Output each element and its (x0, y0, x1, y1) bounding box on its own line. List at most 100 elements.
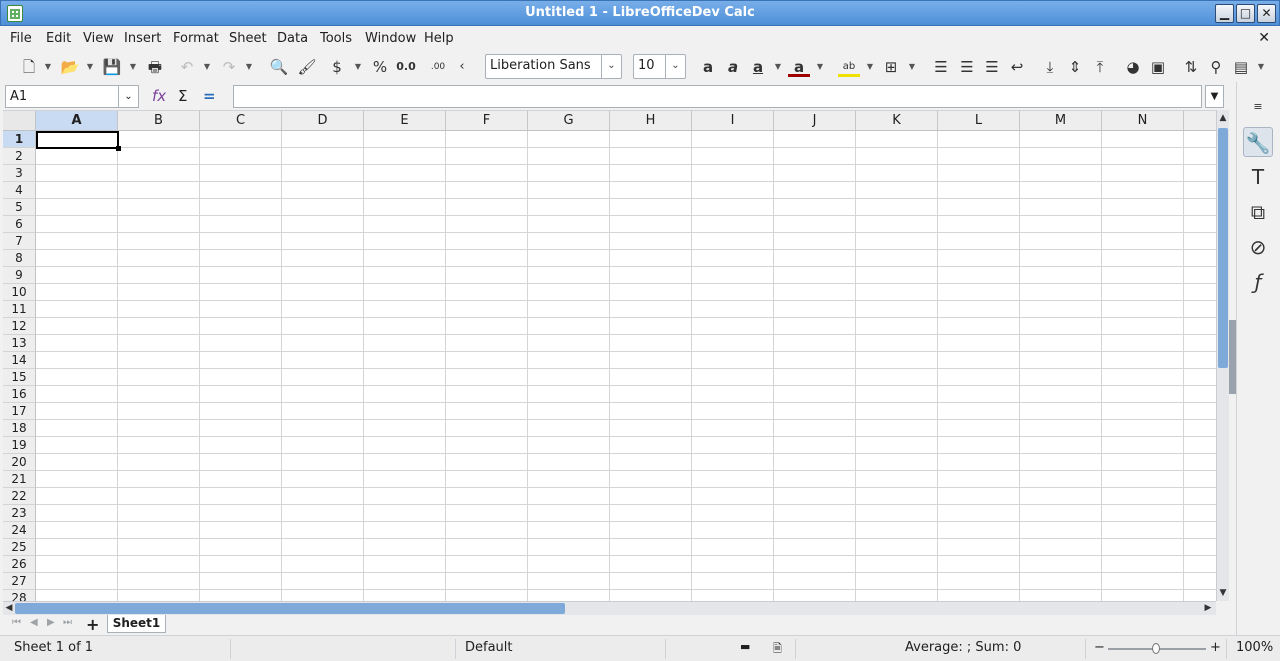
underline-icon[interactable]: a (747, 57, 769, 77)
selected-cell-cursor[interactable] (36, 131, 121, 151)
underline-dropdown-icon[interactable]: ▼ (773, 57, 783, 77)
row-header[interactable]: 10 (3, 284, 36, 301)
column-header[interactable]: A (36, 111, 118, 131)
row-header[interactable]: 3 (3, 165, 36, 182)
autofilter-icon[interactable]: ⚲ (1205, 57, 1227, 77)
column-header[interactable]: E (364, 111, 446, 131)
row-header[interactable]: 27 (3, 573, 36, 590)
expand-formula-icon[interactable]: ▼ (1205, 85, 1224, 108)
align-left-icon[interactable]: ☰ (930, 57, 952, 77)
select-all-corner[interactable] (3, 111, 36, 131)
sort-icon[interactable]: ⇅ (1180, 57, 1202, 77)
styles-icon[interactable]: T (1243, 162, 1273, 192)
row-header[interactable]: 8 (3, 250, 36, 267)
column-header[interactable]: M (1020, 111, 1102, 131)
add-decimal-icon[interactable]: .00 (426, 57, 450, 77)
zoom-level[interactable]: 100% (1236, 640, 1273, 655)
align-center-icon[interactable]: ☰ (956, 57, 978, 77)
row-header[interactable]: 6 (3, 216, 36, 233)
borders-dropdown-icon[interactable]: ▼ (907, 57, 917, 77)
menu-data[interactable]: Data (277, 31, 308, 46)
column-header[interactable]: J (774, 111, 856, 131)
horizontal-scrollbar[interactable]: ◀ ▶ (3, 601, 1216, 615)
align-top-icon[interactable]: ⤒ (1089, 57, 1111, 77)
print-icon[interactable]: 🖶 (144, 57, 166, 77)
column-header[interactable]: C (200, 111, 282, 131)
menu-format[interactable]: Format (173, 31, 219, 46)
row-header[interactable]: 4 (3, 182, 36, 199)
row-header[interactable]: 1 (3, 131, 36, 148)
row-header[interactable]: 7 (3, 233, 36, 250)
menu-file[interactable]: File (10, 31, 32, 46)
scroll-right-icon[interactable]: ▶ (1202, 602, 1214, 615)
align-bottom-icon[interactable]: ⤓ (1039, 57, 1061, 77)
menu-view[interactable]: View (83, 31, 114, 46)
menu-window[interactable]: Window (365, 31, 416, 46)
column-header[interactable]: D (282, 111, 364, 131)
close-button[interactable]: ✕ (1257, 4, 1276, 23)
new-icon[interactable]: 🗋 (18, 57, 40, 77)
selection-summary[interactable]: Average: ; Sum: 0 (905, 640, 1021, 655)
save-dropdown-icon[interactable]: ▼ (128, 57, 138, 77)
font-color-dropdown-icon[interactable]: ▼ (815, 57, 825, 77)
font-name-box[interactable]: Liberation Sans ⌄ (485, 54, 622, 79)
row-header[interactable]: 11 (3, 301, 36, 318)
align-middle-icon[interactable]: ⇕ (1064, 57, 1086, 77)
minimize-button[interactable]: ▁ (1215, 4, 1234, 23)
zoom-slider-knob[interactable] (1152, 643, 1160, 654)
sidebar-collapse-handle[interactable] (1229, 320, 1236, 394)
gallery-icon[interactable]: ⧉ (1243, 197, 1273, 227)
font-color-icon[interactable]: a (788, 57, 810, 77)
currency-icon[interactable]: $ (326, 57, 348, 77)
row-header[interactable]: 14 (3, 352, 36, 369)
chart-icon[interactable]: ◕ (1122, 57, 1144, 77)
row-header[interactable]: 12 (3, 318, 36, 335)
highlight-dropdown-icon[interactable]: ▼ (865, 57, 875, 77)
chevron-down-icon[interactable]: ⌄ (601, 55, 621, 78)
spreadsheet-grid[interactable]: A B C D E F G H I J K L M N 1 2 3 4 5 6 … (3, 110, 1216, 601)
sheet-tab[interactable]: Sheet1 (107, 615, 166, 633)
scroll-left-icon[interactable]: ◀ (3, 602, 15, 615)
row-header[interactable]: 9 (3, 267, 36, 284)
next-sheet-icon[interactable]: ▶ (47, 617, 55, 628)
row-header[interactable]: 19 (3, 437, 36, 454)
sidebar-menu-icon[interactable]: ≡ (1243, 92, 1273, 122)
title-bar[interactable]: Untitled 1 - LibreOfficeDev Calc ▁ □ ✕ (0, 0, 1280, 26)
menu-edit[interactable]: Edit (46, 31, 71, 46)
vertical-scroll-thumb[interactable] (1218, 128, 1228, 368)
navigator-icon[interactable]: ⊘ (1243, 232, 1273, 262)
percent-icon[interactable]: % (369, 57, 391, 77)
row-header[interactable]: 26 (3, 556, 36, 573)
undo-icon[interactable]: ↶ (176, 57, 198, 77)
open-dropdown-icon[interactable]: ▼ (85, 57, 95, 77)
sum-icon[interactable]: Σ (178, 87, 187, 105)
open-icon[interactable]: 📂 (59, 57, 81, 77)
chevron-down-icon[interactable]: ⌄ (118, 86, 138, 107)
last-sheet-icon[interactable]: ⏭ (63, 617, 72, 628)
more-dropdown-icon[interactable]: ▼ (1256, 57, 1266, 77)
italic-icon[interactable]: a (722, 57, 744, 77)
maximize-button[interactable]: □ (1236, 4, 1255, 23)
font-size-box[interactable]: 10 ⌄ (633, 54, 686, 79)
menu-tools[interactable]: Tools (320, 31, 352, 46)
column-header[interactable] (1184, 111, 1216, 131)
row-header[interactable]: 24 (3, 522, 36, 539)
cell-grid[interactable] (36, 131, 1216, 601)
highlight-icon[interactable]: ab (838, 57, 860, 77)
pivot-icon[interactable]: ▣ (1147, 57, 1169, 77)
first-sheet-icon[interactable]: ⏮ (12, 617, 21, 628)
column-header[interactable]: K (856, 111, 938, 131)
row-header[interactable]: 22 (3, 488, 36, 505)
formula-icon[interactable]: = (203, 87, 216, 105)
row-header[interactable]: 23 (3, 505, 36, 522)
row-header[interactable]: 15 (3, 369, 36, 386)
row-header[interactable]: 20 (3, 454, 36, 471)
row-header[interactable]: 16 (3, 386, 36, 403)
column-header[interactable]: F (446, 111, 528, 131)
row-header[interactable]: 5 (3, 199, 36, 216)
number-format-icon[interactable]: 0.0 (393, 57, 419, 77)
clone-icon[interactable]: 🖌 (296, 57, 318, 77)
align-right-icon[interactable]: ☰ (981, 57, 1003, 77)
column-header[interactable]: N (1102, 111, 1184, 131)
scroll-down-icon[interactable]: ▼ (1217, 587, 1229, 599)
